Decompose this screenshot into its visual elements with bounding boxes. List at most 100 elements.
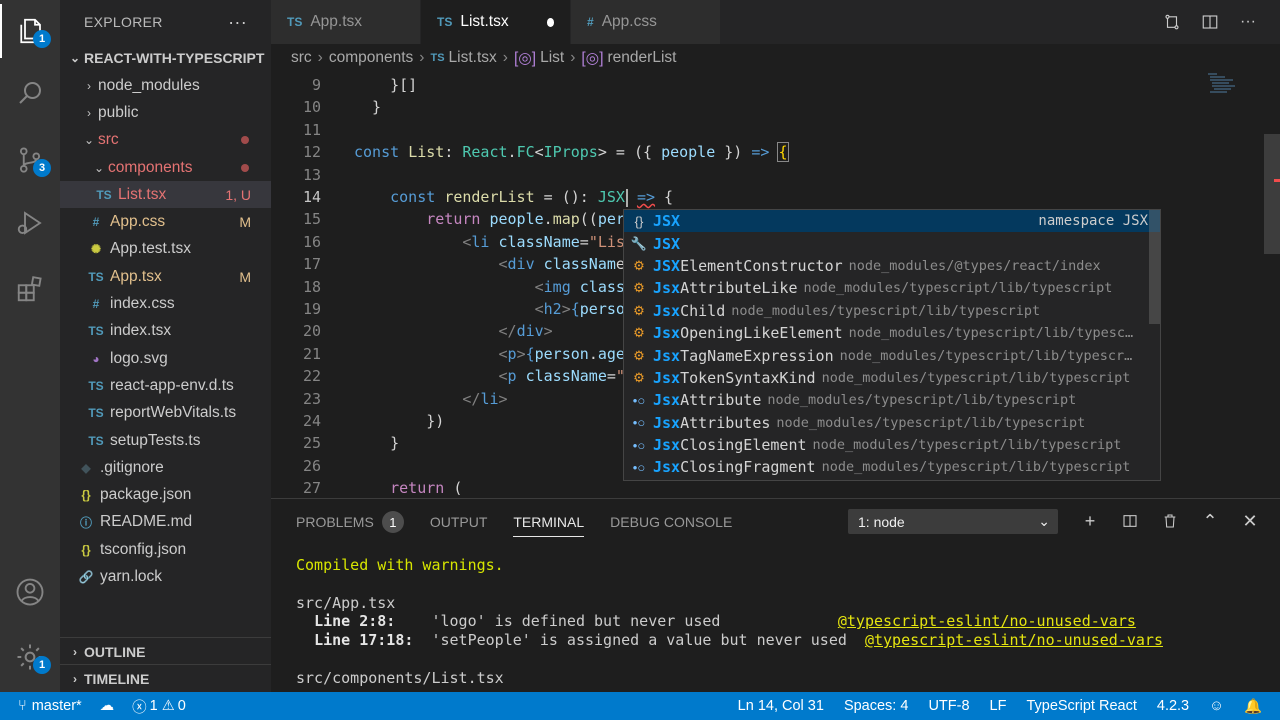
chevron-right-icon: ›	[317, 49, 323, 66]
suggest-item[interactable]: ⚙ JsxOpeningLikeElement node_modules/typ…	[624, 322, 1160, 344]
typescript-version[interactable]: 4.2.3	[1157, 692, 1189, 720]
more-actions-icon[interactable]: ···	[1238, 12, 1258, 32]
suggest-item[interactable]: •○ JsxAttribute node_modules/typescript/…	[624, 389, 1160, 411]
tree-item-report-web-vitals[interactable]: TS reportWebVitals.ts	[60, 400, 271, 427]
suggest-item[interactable]: ⚙ JsxTagNameExpression node_modules/type…	[624, 344, 1160, 366]
manage-activity-button[interactable]: 1	[0, 630, 60, 684]
warning-location: Line 2:8:	[314, 612, 396, 631]
code-text: const List: React.FC<IProps> = ({ people…	[354, 142, 789, 163]
terminal-output[interactable]: Compiled with warnings. src/App.tsx Line…	[296, 556, 1163, 688]
tab-output[interactable]: OUTPUT	[430, 499, 488, 545]
plus-icon[interactable]: +	[1080, 510, 1100, 532]
warning-rule-link[interactable]: @typescript-eslint/no-unused-vars	[865, 631, 1163, 649]
suggest-item[interactable]: ⚙ JsxTokenSyntaxKind node_modules/typesc…	[624, 367, 1160, 389]
tree-item-yarn-lock[interactable]: 🔗 yarn.lock	[60, 563, 271, 590]
source-control-activity-button[interactable]: 3	[0, 133, 60, 187]
suggest-detail: node_modules/typescript/lib/typescript	[767, 392, 1077, 409]
tree-item-app-test-tsx[interactable]: ✺ App.test.tsx	[60, 236, 271, 263]
suggest-detail: node_modules/typescript/lib/typescript	[821, 369, 1131, 386]
tree-item-setup-tests[interactable]: TS setupTests.ts	[60, 427, 271, 454]
end-of-line[interactable]: LF	[990, 692, 1007, 720]
suggest-item[interactable]: •○ JsxAttributes node_modules/typescript…	[624, 412, 1160, 434]
split-editor-icon[interactable]	[1200, 12, 1220, 32]
minimap[interactable]	[1205, 72, 1265, 132]
suggest-item[interactable]: 🔧 JSX	[624, 232, 1160, 254]
warning-rule-link[interactable]: @typescript-eslint/no-unused-vars	[838, 612, 1136, 630]
tree-item-label: .gitignore	[100, 458, 164, 476]
tree-item-react-app-env[interactable]: TS react-app-env.d.ts	[60, 372, 271, 399]
chevron-up-icon[interactable]: ⌃	[1200, 510, 1220, 532]
suggest-match: Jsx	[653, 391, 681, 410]
breadcrumb-item[interactable]: components	[329, 49, 413, 67]
tree-item-logo-svg[interactable]: ◕ logo.svg	[60, 345, 271, 372]
language-mode[interactable]: TypeScript React	[1026, 692, 1136, 720]
tree-item-index-css[interactable]: # index.css	[60, 290, 271, 317]
suggest-item[interactable]: •○ JsxClosingFragment node_modules/types…	[624, 456, 1160, 478]
suggest-item[interactable]: ⚙ JSXElementConstructor node_modules/@ty…	[624, 255, 1160, 277]
trash-icon[interactable]	[1160, 510, 1180, 532]
tree-item-public[interactable]: › public	[60, 99, 271, 126]
branch-status[interactable]: ⑂ master*	[18, 692, 82, 720]
breadcrumb-item[interactable]: List.tsx	[449, 49, 497, 67]
notifications-button[interactable]: 🔔	[1244, 692, 1262, 720]
code-text: <img class	[534, 277, 625, 296]
tab-problems[interactable]: PROBLEMS 1	[296, 499, 404, 545]
tree-item-gitignore[interactable]: ◆ .gitignore	[60, 454, 271, 481]
tree-item-app-css[interactable]: # App.css M	[60, 208, 271, 235]
tree-item-node-modules[interactable]: › node_modules	[60, 72, 271, 99]
encoding[interactable]: UTF-8	[928, 692, 969, 720]
interface-icon: •○	[632, 415, 646, 431]
more-actions-icon[interactable]: ···	[228, 12, 247, 33]
search-activity-button[interactable]	[0, 66, 60, 120]
open-changes-icon[interactable]	[1162, 12, 1182, 32]
close-icon[interactable]: ✕	[1240, 510, 1260, 532]
project-section-header[interactable]: ⌄ REACT-WITH-TYPESCRIPT	[60, 44, 271, 72]
tree-item-label: README.md	[100, 513, 193, 531]
settings-badge: 1	[33, 656, 51, 674]
editor-scrollbar[interactable]	[1264, 134, 1280, 254]
feedback-button[interactable]: ☺	[1209, 692, 1224, 720]
typescript-file-icon: TS	[287, 15, 303, 29]
run-debug-activity-button[interactable]	[0, 196, 60, 250]
terminal-selector[interactable]: 1: node ⌄	[848, 509, 1058, 534]
suggest-label: Child	[680, 301, 726, 320]
indentation[interactable]: Spaces: 4	[844, 692, 909, 720]
tree-item-components[interactable]: ⌄ components	[60, 154, 271, 181]
suggest-label: ElementConstructor	[680, 256, 843, 275]
tree-item-src[interactable]: ⌄ src	[60, 127, 271, 154]
extensions-activity-button[interactable]	[0, 262, 60, 316]
split-terminal-icon[interactable]	[1120, 510, 1140, 532]
tab-list-tsx[interactable]: TS List.tsx	[421, 0, 571, 44]
timeline-section-header[interactable]: › TIMELINE	[60, 664, 271, 692]
tree-item-readme[interactable]: ⓘ README.md	[60, 509, 271, 536]
suggest-item[interactable]: •○ JsxClosingElement node_modules/typesc…	[624, 434, 1160, 456]
autocomplete-widget[interactable]: {} JSX namespace JSX 🔧 JSX ⚙ JSXElementC…	[623, 209, 1161, 481]
chevron-down-icon: ⌄	[1038, 513, 1050, 529]
accounts-activity-button[interactable]	[0, 565, 60, 619]
warning-message: 'setPeople' is assigned a value but neve…	[431, 631, 847, 650]
cursor-position[interactable]: Ln 14, Col 31	[738, 692, 824, 720]
outline-section-header[interactable]: › OUTLINE	[60, 637, 271, 665]
sync-status[interactable]: ☁	[100, 692, 115, 720]
tab-app-tsx[interactable]: TS App.tsx	[271, 0, 421, 44]
suggest-item[interactable]: {} JSX namespace JSX	[624, 210, 1160, 233]
tab-debug-console[interactable]: DEBUG CONSOLE	[610, 499, 732, 545]
suggest-item[interactable]: ⚙ JsxAttributeLike node_modules/typescri…	[624, 277, 1160, 299]
breadcrumb-item[interactable]: src	[291, 49, 312, 67]
tab-app-css[interactable]: # App.css	[571, 0, 721, 44]
breadcrumb-item[interactable]: renderList	[608, 49, 677, 67]
suggest-scrollbar[interactable]	[1149, 210, 1160, 324]
code-text: <p>{person.age	[498, 344, 625, 363]
tree-item-tsconfig[interactable]: {} tsconfig.json	[60, 536, 271, 563]
tab-terminal[interactable]: TERMINAL	[513, 499, 584, 545]
tree-item-package-json[interactable]: {} package.json	[60, 481, 271, 508]
file-decoration: M	[239, 268, 251, 285]
problems-status[interactable]: ⓧ 1 ⚠ 0	[132, 692, 186, 720]
breadcrumb-item[interactable]: List	[540, 49, 564, 67]
suggest-item[interactable]: ⚙ JsxChild node_modules/typescript/lib/t…	[624, 300, 1160, 322]
tree-item-app-tsx[interactable]: TS App.tsx M	[60, 263, 271, 290]
tree-item-list-tsx[interactable]: TS List.tsx 1, U	[60, 181, 271, 209]
explorer-activity-button[interactable]: 1	[0, 4, 60, 58]
tree-item-index-tsx[interactable]: TS index.tsx	[60, 318, 271, 345]
unsaved-dot-icon[interactable]	[546, 17, 554, 27]
